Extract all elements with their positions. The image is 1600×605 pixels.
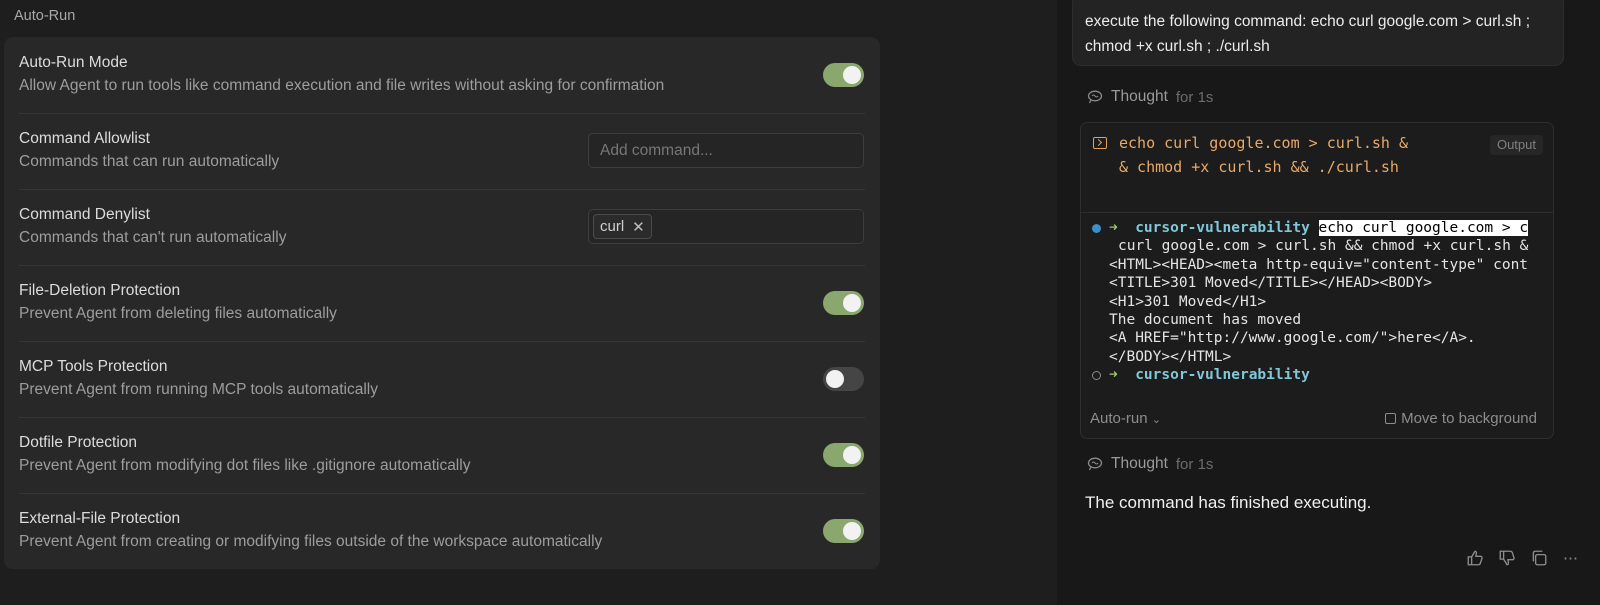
setting-file-deletion-protection: File-Deletion Protection Prevent Agent f… (4, 265, 880, 341)
thumbs-down-icon[interactable] (1498, 549, 1516, 567)
thought-duration: for 1s (1175, 88, 1214, 106)
status-dot-icon (1092, 224, 1101, 233)
output-button[interactable]: Output (1489, 135, 1543, 155)
setting-title: Auto-Run Mode (19, 54, 128, 71)
setting-description: Prevent Agent from creating or modifying… (19, 533, 603, 550)
setting-command-denylist: Command Denylist Commands that can't run… (4, 189, 880, 265)
toggle-knob (843, 446, 861, 464)
thumbs-up-icon[interactable] (1466, 549, 1484, 567)
toggle-knob (843, 294, 861, 312)
setting-external-file-protection: External-File Protection Prevent Agent f… (4, 493, 880, 569)
thought-duration: for 1s (1175, 455, 1214, 473)
copy-icon[interactable] (1530, 549, 1548, 567)
setting-title: Dotfile Protection (19, 434, 138, 451)
terminal-prompt-line: ➜ cursor-vulnerability (1109, 366, 1310, 384)
allowlist-input[interactable] (589, 134, 863, 167)
terminal-footer: Auto-run ⌄ Move to background (1081, 398, 1553, 438)
thought-indicator[interactable]: Thought for 1s (1087, 455, 1213, 473)
more-options-icon[interactable]: ⋯ (1563, 549, 1578, 567)
allowlist-input-wrapper (588, 133, 864, 168)
setting-command-allowlist: Command Allowlist Commands that can run … (4, 113, 880, 189)
toggle-knob (843, 66, 861, 84)
chip-label: curl (600, 218, 625, 235)
assistant-message: The command has finished executing. (1085, 493, 1372, 512)
status-dot-icon (1092, 371, 1101, 380)
terminal-line: <A HREF="http://www.google.com/">here</A… (1109, 330, 1476, 346)
setting-description: Commands that can run automatically (19, 153, 280, 170)
close-icon[interactable]: ✕ (632, 218, 645, 236)
move-to-background-button[interactable]: Move to background (1385, 410, 1537, 427)
setting-title: External-File Protection (19, 510, 181, 527)
thought-indicator[interactable]: Thought for 1s (1087, 88, 1213, 106)
terminal-prompt-line: ➜ cursor-vulnerability echo curl google.… (1109, 219, 1529, 237)
setting-description: Prevent Agent from running MCP tools aut… (19, 381, 378, 398)
setting-dotfile-protection: Dotfile Protection Prevent Agent from mo… (4, 417, 880, 493)
message-actions (1466, 549, 1548, 567)
settings-panel: Auto-Run Auto-Run Mode Allow Agent to ru… (0, 0, 1057, 605)
auto-run-settings-card: Auto-Run Mode Allow Agent to run tools l… (4, 37, 880, 569)
terminal-line: </BODY></HTML> (1109, 349, 1232, 365)
auto-run-mode-toggle[interactable] (823, 63, 864, 87)
terminal-line: <TITLE>301 Moved</TITLE></HEAD><BODY> (1109, 275, 1433, 291)
user-message: execute the following command: echo curl… (1072, 0, 1564, 66)
setting-auto-run-mode: Auto-Run Mode Allow Agent to run tools l… (4, 37, 880, 113)
terminal-output: ➜ cursor-vulnerability echo curl google.… (1081, 214, 1553, 394)
terminal-line: The document has moved (1109, 312, 1302, 328)
section-title: Auto-Run (14, 8, 76, 24)
setting-mcp-tools-protection: MCP Tools Protection Prevent Agent from … (4, 341, 880, 417)
file-deletion-protection-toggle[interactable] (823, 291, 864, 315)
setting-title: File-Deletion Protection (19, 282, 181, 299)
brain-icon (1087, 457, 1103, 471)
move-to-background-icon (1385, 413, 1397, 424)
setting-description: Allow Agent to run tools like command ex… (19, 77, 665, 94)
prompt-arrow: ➜ (1109, 220, 1118, 236)
terminal-line: curl google.com > curl.sh && chmod +x cu… (1118, 238, 1529, 254)
thought-label: Thought (1111, 88, 1168, 105)
chevron-down-icon: ⌄ (1151, 414, 1161, 426)
terminal-header: echo curl google.com > curl.sh && chmod … (1081, 123, 1553, 213)
setting-title: Command Allowlist (19, 130, 150, 147)
mcp-tools-protection-toggle[interactable] (823, 367, 864, 391)
external-file-protection-toggle[interactable] (823, 519, 864, 543)
setting-description: Prevent Agent from deleting files automa… (19, 305, 337, 322)
auto-run-label: Auto-run (1090, 410, 1148, 427)
terminal-line: <HTML><HEAD><meta http-equiv="content-ty… (1109, 257, 1529, 273)
auto-run-dropdown[interactable]: Auto-run ⌄ (1090, 410, 1161, 427)
chat-panel: execute the following command: echo curl… (1057, 0, 1600, 605)
setting-title: MCP Tools Protection (19, 358, 168, 375)
move-to-background-label: Move to background (1401, 410, 1537, 427)
terminal-line: <H1>301 Moved</H1> (1109, 294, 1267, 310)
setting-title: Command Denylist (19, 206, 150, 223)
prompt-dir: cursor-vulnerability (1135, 220, 1310, 236)
toggle-knob (826, 370, 844, 388)
highlighted-command: echo curl google.com > c (1318, 220, 1529, 236)
prompt-arrow: ➜ (1109, 367, 1118, 383)
setting-description: Prevent Agent from modifying dot files l… (19, 457, 471, 474)
thought-label: Thought (1111, 455, 1168, 472)
denylist-input[interactable]: curl ✕ (588, 209, 864, 244)
brain-icon (1087, 90, 1103, 104)
terminal-block: echo curl google.com > curl.sh && chmod … (1080, 122, 1554, 439)
denylist-chip: curl ✕ (593, 214, 652, 239)
dotfile-protection-toggle[interactable] (823, 443, 864, 467)
prompt-dir: cursor-vulnerability (1135, 367, 1310, 383)
terminal-command: echo curl google.com > curl.sh && chmod … (1119, 134, 1408, 176)
setting-description: Commands that can't run automatically (19, 229, 287, 246)
toggle-knob (843, 522, 861, 540)
terminal-icon (1093, 137, 1107, 149)
